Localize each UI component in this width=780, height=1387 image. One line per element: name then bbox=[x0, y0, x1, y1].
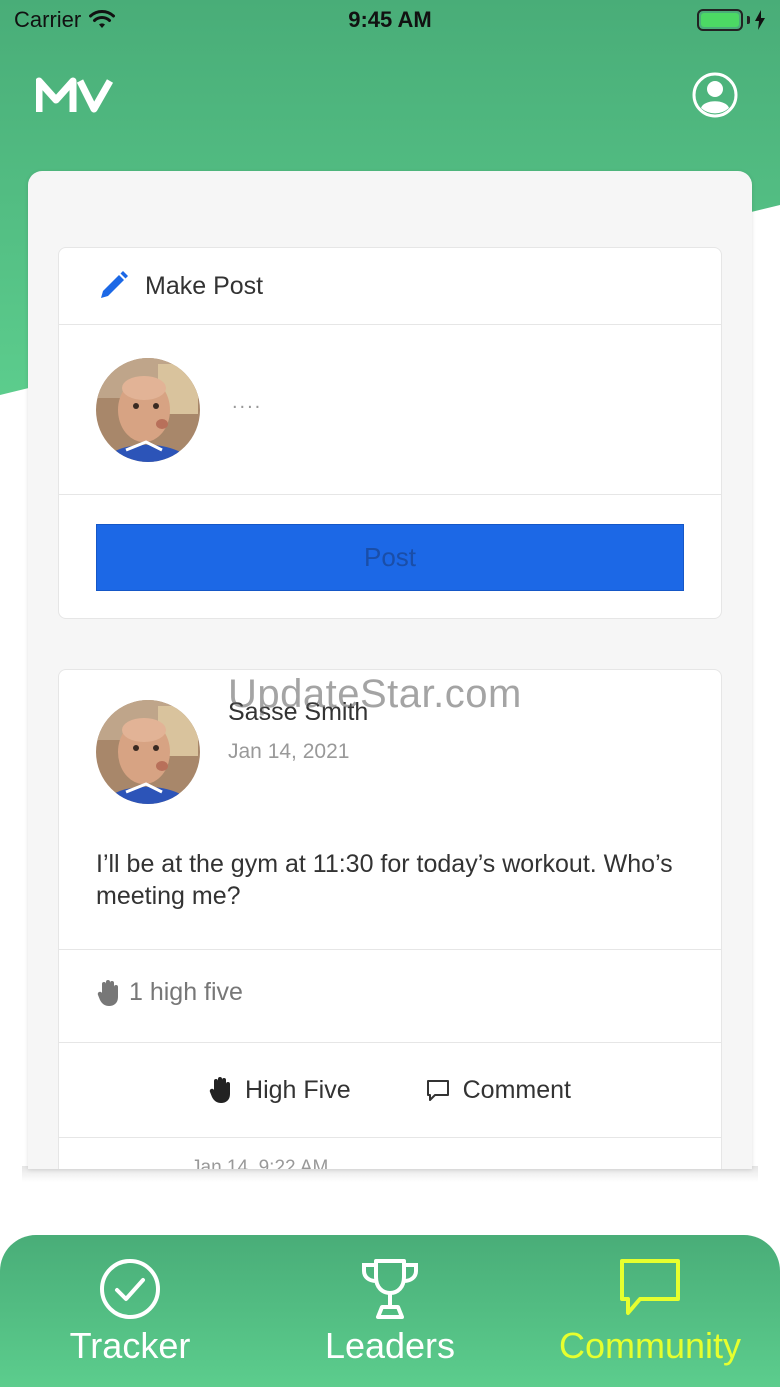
make-post-header: Make Post bbox=[59, 248, 721, 325]
app-logo bbox=[35, 76, 114, 119]
high-five-count[interactable]: 1 high five bbox=[97, 978, 243, 1007]
tab-community-label: Community bbox=[558, 1325, 742, 1366]
comment-button[interactable]: Comment bbox=[425, 1076, 571, 1105]
hand-icon bbox=[97, 979, 118, 1006]
status-left: Carrier bbox=[14, 7, 116, 33]
tab-tracker-label: Tracker bbox=[69, 1325, 191, 1366]
divider bbox=[59, 1137, 721, 1138]
tab-community[interactable]: Community bbox=[520, 1235, 780, 1387]
post-author-avatar[interactable] bbox=[96, 700, 200, 804]
check-circle-icon bbox=[100, 1259, 160, 1319]
make-post-card: Make Post .... Post bbox=[58, 247, 722, 619]
pencil-icon bbox=[101, 271, 128, 298]
compose-area[interactable]: .... bbox=[59, 325, 721, 495]
high-five-count-label: 1 high five bbox=[129, 978, 243, 1006]
carrier-label: Carrier bbox=[14, 7, 82, 32]
tab-leaders[interactable]: Leaders bbox=[260, 1235, 520, 1387]
comment-label: Comment bbox=[462, 1075, 571, 1104]
battery-icon bbox=[697, 9, 766, 31]
charging-bolt-icon bbox=[755, 10, 765, 30]
post-date: Jan 14, 2021 bbox=[228, 740, 350, 763]
high-five-button[interactable]: High Five bbox=[209, 1076, 351, 1105]
user-avatar-icon bbox=[692, 72, 738, 118]
trophy-icon bbox=[362, 1259, 418, 1319]
watermark: UpdateStar.com bbox=[228, 672, 522, 716]
comment-icon bbox=[426, 1080, 449, 1101]
post-button[interactable]: Post bbox=[96, 524, 684, 591]
high-five-label: High Five bbox=[245, 1075, 351, 1104]
post-actions: High Five Comment bbox=[59, 1043, 721, 1137]
comment-timestamp: Jan 14, 9:22 AM bbox=[191, 1157, 329, 1169]
hand-icon bbox=[209, 1077, 231, 1103]
feed-post: Sasse Smith Jan 14, 2021 I’ll be at the … bbox=[58, 669, 722, 1169]
post-body: I’ll be at the gym at 11:30 for today’s … bbox=[96, 850, 673, 910]
profile-button[interactable] bbox=[692, 72, 738, 118]
mv-logo-icon bbox=[35, 77, 114, 113]
divider bbox=[59, 949, 721, 950]
make-post-title: Make Post bbox=[145, 271, 264, 300]
tab-bar: Tracker Leaders Community bbox=[0, 1235, 780, 1387]
chat-bubble-icon bbox=[620, 1259, 680, 1315]
tab-leaders-label: Leaders bbox=[324, 1325, 456, 1366]
post-text-input[interactable]: .... bbox=[232, 391, 262, 414]
tab-tracker[interactable]: Tracker bbox=[0, 1235, 260, 1387]
user-photo bbox=[96, 357, 200, 462]
status-bar: Carrier 9:45 AM bbox=[0, 0, 780, 40]
avatar bbox=[96, 357, 200, 462]
wifi-icon bbox=[89, 10, 116, 28]
community-feed[interactable]: Make Post .... Post Sasse Smith Jan 14, … bbox=[28, 171, 752, 1169]
author-photo bbox=[96, 700, 200, 804]
clock: 9:45 AM bbox=[348, 7, 432, 32]
